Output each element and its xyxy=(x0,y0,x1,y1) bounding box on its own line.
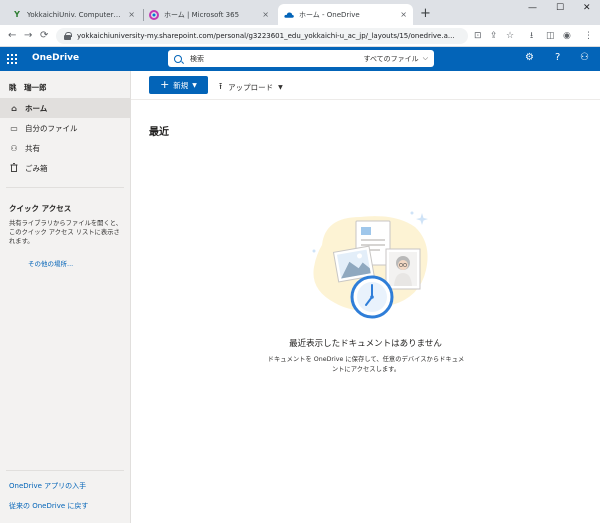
chevron-down-icon: ▼ xyxy=(278,83,283,91)
upload-arrow-icon: ⭱ xyxy=(219,82,223,92)
user-name: 眺 瑞一郎 xyxy=(9,83,47,92)
download-icon[interactable]: ⭳ xyxy=(530,30,533,42)
settings-gear-icon[interactable]: ⚙ xyxy=(525,52,534,63)
plus-icon: + xyxy=(160,78,170,91)
tab-title: ホーム | Microsoft 365 xyxy=(164,10,240,19)
reload-icon[interactable]: ⟳ xyxy=(40,29,48,43)
sidebar-item-label: ホーム xyxy=(25,103,48,113)
app-name[interactable]: OneDrive xyxy=(32,53,79,63)
maximize-icon[interactable]: ☐ xyxy=(556,3,564,13)
upload-button[interactable]: ⭱ アップロード ▼ xyxy=(219,79,283,95)
address-bar[interactable]: yokkaichiuniversity-my.sharepoint.com/pe… xyxy=(56,28,468,44)
new-button-label: 新規 xyxy=(173,80,189,90)
page-title: 最近 xyxy=(149,127,169,138)
empty-state-title: 最近表示したドキュメントはありません xyxy=(289,339,442,349)
more-places-link[interactable]: その他の場所... xyxy=(28,258,73,268)
sidebar-item-shared[interactable]: ⚇ 共有 xyxy=(0,138,130,158)
sidebar-item-label: 共有 xyxy=(25,143,40,153)
trash-icon xyxy=(9,162,19,174)
sidebar-item-my-files[interactable]: ▭ 自分のファイル xyxy=(0,118,130,138)
close-window-icon[interactable]: ✕ xyxy=(583,3,591,13)
get-onedrive-apps-link[interactable]: OneDrive アプリの入手 xyxy=(9,481,86,491)
browser-tab-onedrive[interactable]: ホーム - OneDrive × xyxy=(278,4,413,25)
folder-icon: ▭ xyxy=(10,123,18,133)
more-menu-icon[interactable]: ⋮ xyxy=(584,30,593,42)
profile-icon[interactable]: ◉ xyxy=(563,30,571,42)
microsoft-365-favicon-icon xyxy=(149,9,159,20)
share-icon[interactable]: ⇪ xyxy=(490,30,498,42)
search-placeholder: 検索 xyxy=(190,54,204,63)
empty-recent-illustration xyxy=(312,211,428,319)
command-bar: + 新規 ▼ ⭱ アップロード ▼ xyxy=(131,71,600,100)
tab-title: ホーム - OneDrive xyxy=(299,10,360,19)
sidebar-item-home[interactable]: ⌂ ホーム xyxy=(0,98,130,118)
close-tab-icon[interactable]: × xyxy=(400,10,407,19)
new-button[interactable]: + 新規 ▼ xyxy=(149,76,208,94)
home-icon: ⌂ xyxy=(11,103,17,113)
install-app-icon[interactable]: ⊡ xyxy=(474,30,482,42)
help-icon[interactable]: ? xyxy=(555,52,560,63)
search-scope-dropdown[interactable]: すべてのファイル xyxy=(363,54,418,64)
divider xyxy=(6,470,124,471)
empty-state-description: ドキュメントを OneDrive に保存して、任意のデバイスからドキュメントにア… xyxy=(267,356,465,373)
app-launcher-icon[interactable] xyxy=(7,54,17,64)
chevron-down-icon: ▼ xyxy=(192,81,197,89)
quick-access-description: 共有ライブラリからファイルを開くと、このクイック アクセス リストに表示されます… xyxy=(9,220,123,245)
browser-tab-strip: Y YokkaichiUniv. ComputerCenter | × ホーム … xyxy=(0,0,600,25)
side-panel-icon[interactable]: ◫ xyxy=(546,30,555,42)
back-icon[interactable]: ← xyxy=(8,29,16,43)
return-classic-onedrive-link[interactable]: 従来の OneDrive に戻す xyxy=(9,501,88,511)
lock-icon[interactable] xyxy=(64,32,72,40)
bookmark-star-icon[interactable]: ☆ xyxy=(506,30,514,42)
browser-tab-computer-center[interactable]: Y YokkaichiUniv. ComputerCenter | × xyxy=(6,4,141,25)
upload-button-label: アップロード xyxy=(228,82,274,92)
browser-toolbar: ← → ⟳ yokkaichiuniversity-my.sharepoint.… xyxy=(0,25,600,47)
yokkaichi-favicon-icon: Y xyxy=(14,10,20,19)
search-icon xyxy=(174,54,182,63)
sidebar-item-label: 自分のファイル xyxy=(25,123,78,133)
onedrive-favicon-icon xyxy=(284,10,294,20)
close-tab-icon[interactable]: × xyxy=(128,10,135,19)
forward-icon[interactable]: → xyxy=(24,29,32,43)
minimize-icon[interactable]: — xyxy=(528,3,537,13)
onedrive-header: OneDrive 検索 すべてのファイル ⌵ ⚙ ? ⚇ xyxy=(0,47,600,71)
sidebar-item-recycle-bin[interactable]: ごみ箱 xyxy=(0,158,130,178)
quick-access-title: クイック アクセス xyxy=(9,204,72,213)
search-box[interactable]: 検索 すべてのファイル ⌵ xyxy=(168,50,434,67)
chevron-down-icon: ⌵ xyxy=(422,54,428,62)
new-tab-button[interactable]: + xyxy=(420,6,431,22)
url-text: yokkaichiuniversity-my.sharepoint.com/pe… xyxy=(77,32,455,40)
divider xyxy=(6,187,124,188)
account-icon[interactable]: ⚇ xyxy=(580,52,589,63)
people-icon: ⚇ xyxy=(10,143,18,153)
left-navigation: 眺 瑞一郎 ⌂ ホーム ▭ 自分のファイル ⚇ 共有 ごみ箱 クイック アクセス… xyxy=(0,71,131,523)
sidebar-item-label: ごみ箱 xyxy=(25,163,48,173)
close-tab-icon[interactable]: × xyxy=(262,10,269,19)
browser-tab-microsoft-365[interactable]: ホーム | Microsoft 365 × xyxy=(143,4,275,25)
tab-title: YokkaichiUniv. ComputerCenter | xyxy=(27,10,124,19)
